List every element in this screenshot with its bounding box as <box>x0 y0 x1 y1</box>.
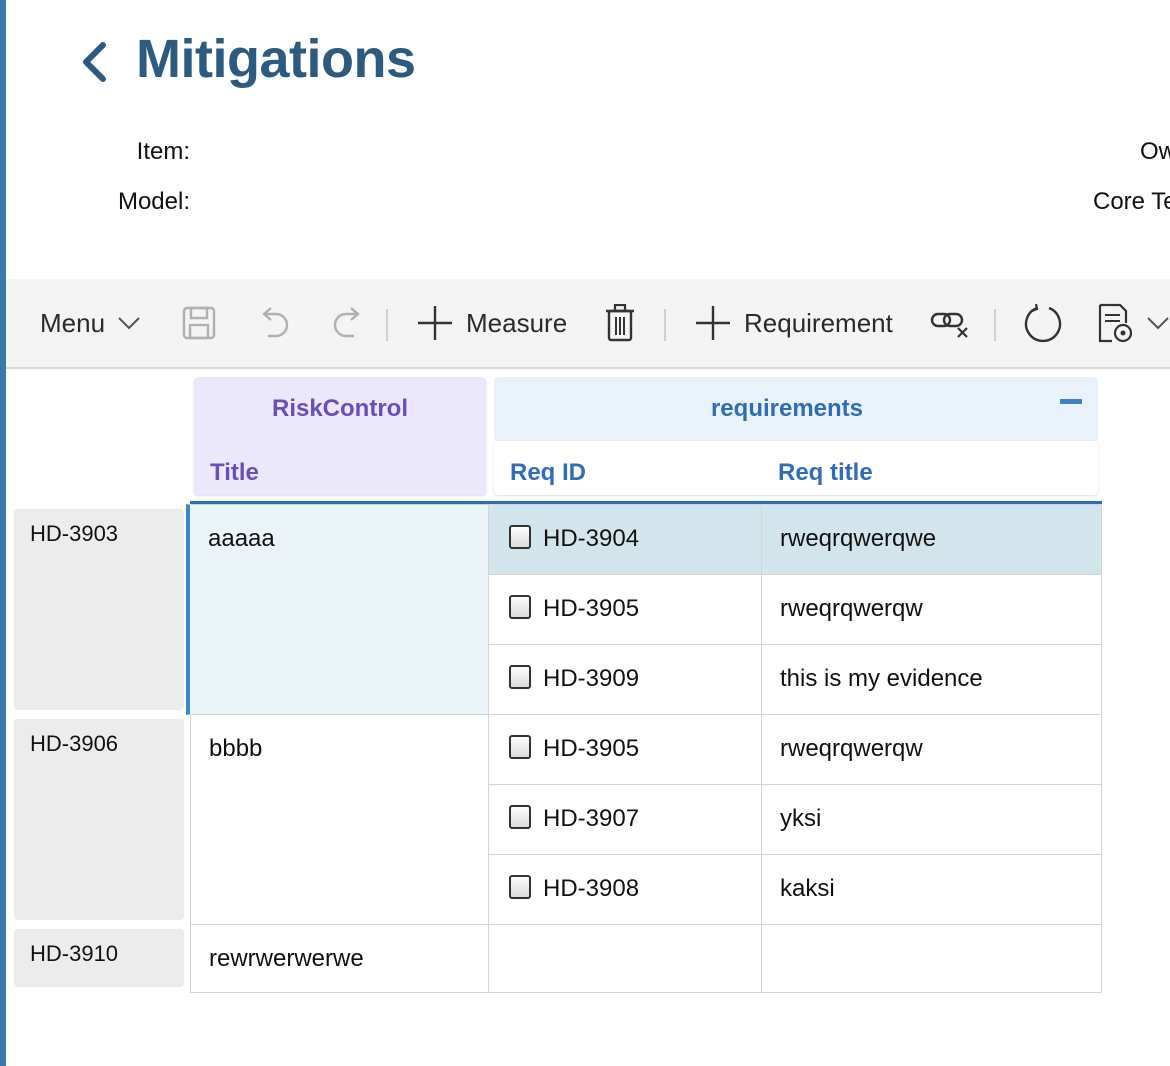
plus-icon <box>418 306 452 340</box>
req-id: HD-3907 <box>543 805 640 832</box>
report-icon <box>1098 303 1133 343</box>
menu-dropdown[interactable]: Menu <box>40 279 141 367</box>
chevron-down-icon <box>1147 317 1169 330</box>
column-header-req-id[interactable]: Req ID <box>510 459 586 487</box>
plus-icon <box>696 306 730 340</box>
row-header[interactable]: HD-3903 <box>14 509 184 710</box>
row-header[interactable]: HD-3906 <box>14 719 184 920</box>
item-label: Item: <box>136 138 190 165</box>
title-cell[interactable]: rewrwerwerwe <box>190 924 489 993</box>
collapse-group-button[interactable] <box>1060 399 1082 404</box>
title-text: rewrwerwerwe <box>209 945 364 972</box>
report-dropdown[interactable] <box>1096 279 1170 367</box>
add-requirement-label: Requirement <box>744 307 893 338</box>
row-id: HD-3903 <box>30 521 119 546</box>
row-id: HD-3910 <box>30 941 119 966</box>
req-title: kaksi <box>780 875 835 902</box>
req-title: yksi <box>780 805 822 832</box>
toolbar-divider <box>664 309 666 341</box>
add-measure-label: Measure <box>466 307 568 338</box>
req-checkbox[interactable] <box>509 595 531 619</box>
requirements-group-header: requirements <box>494 377 1098 441</box>
riskcontrol-group-title: RiskControl <box>271 395 408 422</box>
requirements-group-title: requirements <box>710 395 864 422</box>
title-cell[interactable]: aaaaa <box>186 504 489 715</box>
save-icon <box>182 306 216 340</box>
title-text: bbbb <box>209 735 263 762</box>
req-id: HD-3905 <box>543 595 640 622</box>
left-accent-bar <box>0 0 6 1066</box>
req-id: HD-3909 <box>543 665 640 692</box>
req-id-cell[interactable]: HD-3908 <box>488 854 762 925</box>
req-title: rweqrqwerqw <box>780 735 923 762</box>
unlink-icon <box>930 312 968 338</box>
req-checkbox[interactable] <box>509 875 531 899</box>
undo-icon <box>262 307 289 338</box>
redo-button[interactable] <box>330 279 366 367</box>
page-title: Mitigations <box>136 29 416 89</box>
toolbar-divider <box>994 309 996 341</box>
req-id-cell[interactable]: HD-3905 <box>488 574 762 645</box>
req-title: rweqrqwerqwe <box>780 525 937 552</box>
req-id-cell[interactable]: HD-3907 <box>488 784 762 855</box>
refresh-icon <box>1024 303 1062 343</box>
riskcontrol-group-header: RiskControl Title <box>194 377 486 495</box>
toolbar: Menu Measure Requirement <box>6 279 1170 369</box>
undo-button[interactable] <box>256 279 292 367</box>
menu-label: Menu <box>40 307 106 338</box>
req-id-cell[interactable] <box>488 924 762 993</box>
req-checkbox[interactable] <box>509 525 531 549</box>
back-button[interactable] <box>72 38 116 86</box>
req-id: HD-3908 <box>543 875 640 902</box>
req-title-cell[interactable]: yksi <box>761 784 1102 855</box>
model-label: Model: <box>117 188 190 215</box>
req-id: HD-3904 <box>543 525 640 552</box>
unlink-button[interactable] <box>930 279 970 367</box>
core-team-label: Core Te <box>1093 188 1170 215</box>
req-id-cell[interactable]: HD-3904 <box>488 504 762 575</box>
row-id: HD-3906 <box>30 731 119 756</box>
req-title-cell[interactable]: rweqrqwerqwe <box>761 504 1102 575</box>
req-id-cell[interactable]: HD-3909 <box>488 644 762 715</box>
toolbar-divider <box>386 309 388 341</box>
title-cell[interactable]: bbbb <box>190 714 489 925</box>
owner-label: Ow <box>1140 138 1170 165</box>
requirements-column-headers: Req ID Req title <box>494 441 1098 495</box>
req-checkbox[interactable] <box>509 805 531 829</box>
req-title-cell[interactable] <box>761 924 1102 993</box>
add-measure-button[interactable]: Measure <box>416 279 567 367</box>
req-id-cell[interactable]: HD-3905 <box>488 714 762 785</box>
title-text: aaaaa <box>208 525 275 552</box>
column-header-title[interactable]: Title <box>210 459 259 487</box>
req-title: this is my evidence <box>780 665 983 692</box>
req-title-cell[interactable]: kaksi <box>761 854 1102 925</box>
req-title-cell[interactable]: this is my evidence <box>761 644 1102 715</box>
chevron-down-icon <box>118 317 140 330</box>
trash-icon <box>606 304 634 342</box>
save-button[interactable] <box>182 279 216 367</box>
column-header-req-title[interactable]: Req title <box>778 459 873 487</box>
req-title-cell[interactable]: rweqrqwerqw <box>761 714 1102 785</box>
req-checkbox[interactable] <box>509 735 531 759</box>
delete-button[interactable] <box>605 279 635 367</box>
refresh-button[interactable] <box>1023 279 1063 367</box>
chevron-left-icon <box>83 42 106 82</box>
req-title-cell[interactable]: rweqrqwerqw <box>761 574 1102 645</box>
req-title: rweqrqwerqw <box>780 595 923 622</box>
row-header[interactable]: HD-3910 <box>14 929 184 987</box>
redo-icon <box>333 307 360 338</box>
req-checkbox[interactable] <box>509 665 531 689</box>
req-id: HD-3905 <box>543 735 640 762</box>
add-requirement-button[interactable]: Requirement <box>694 279 893 367</box>
